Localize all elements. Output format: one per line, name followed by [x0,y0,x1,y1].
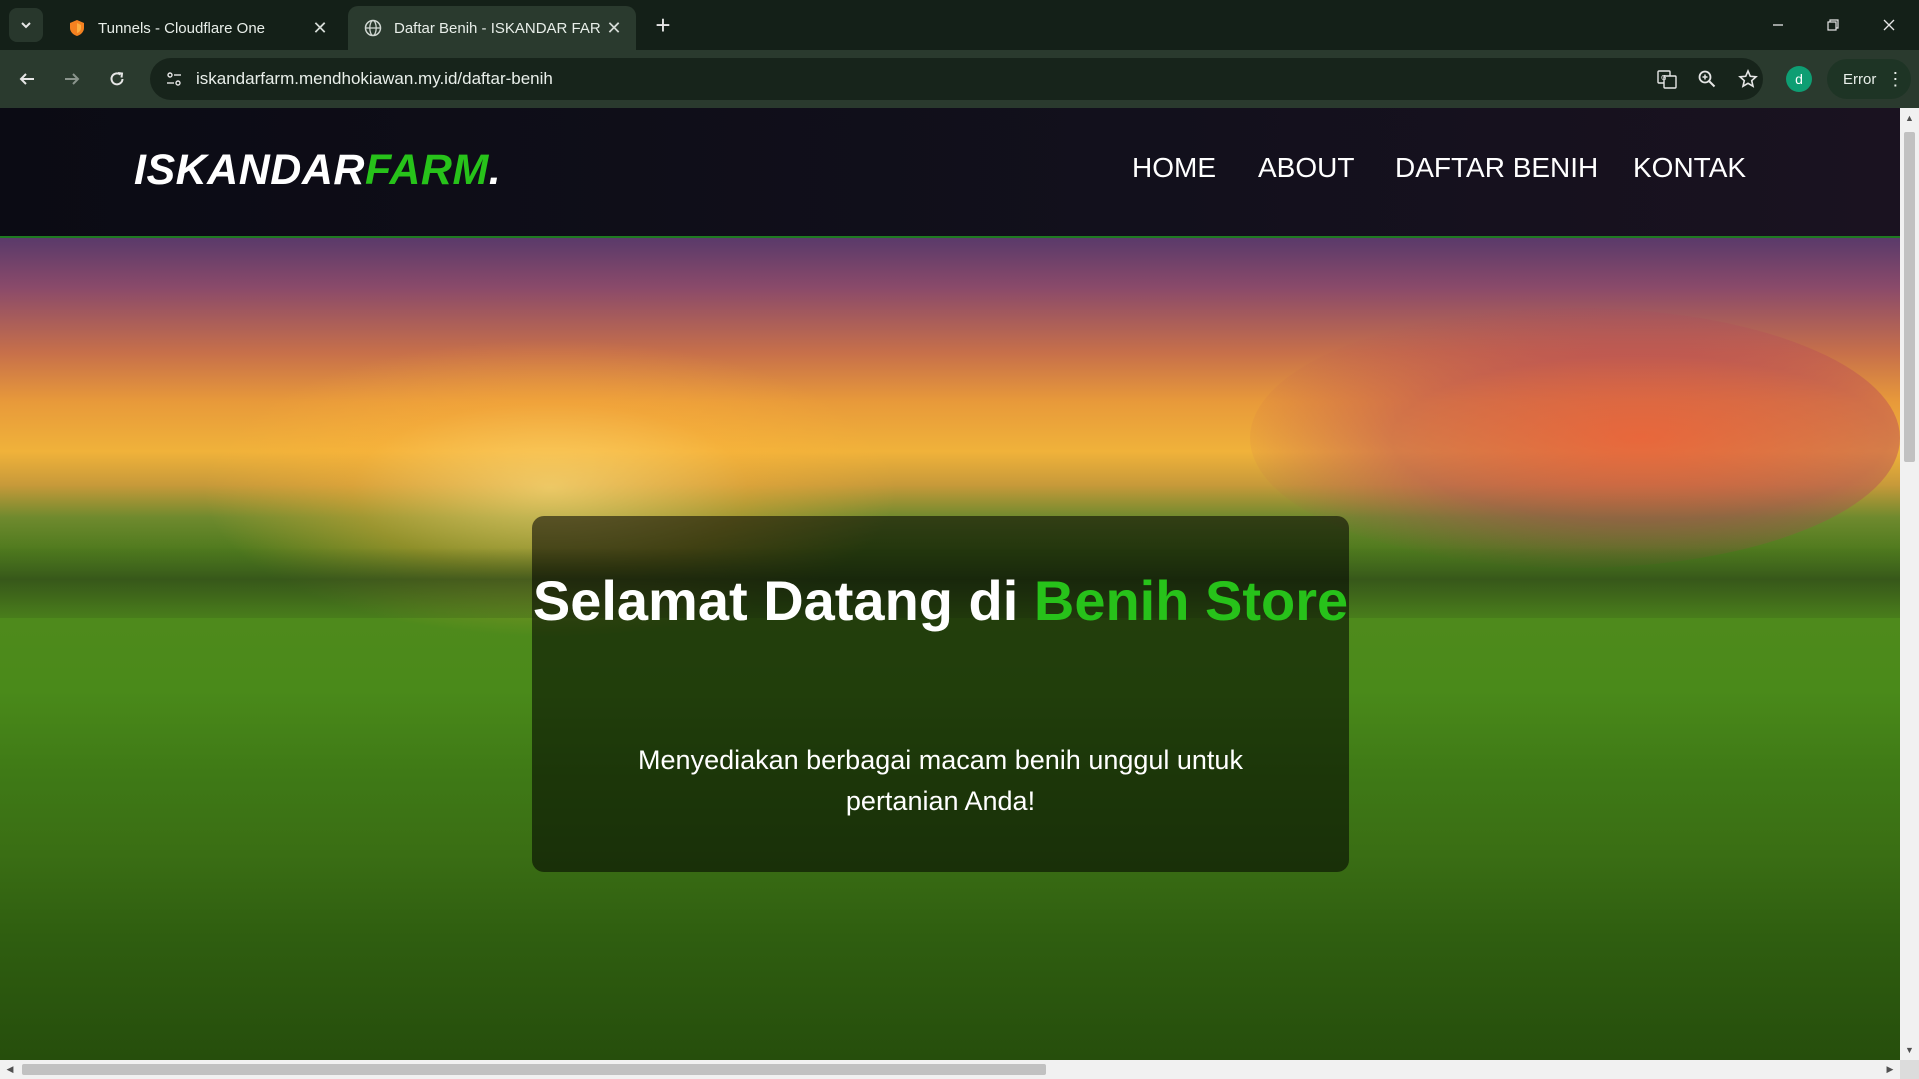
profile-avatar[interactable]: d [1786,66,1812,92]
forward-button[interactable] [53,60,91,98]
logo-text-iskandar: ISKANDAR [134,146,365,194]
bookmark-star-icon[interactable] [1734,65,1762,93]
close-tab-icon[interactable]: ✕ [600,14,628,42]
more-vertical-icon: ⋮ [1886,69,1905,89]
browser-toolbar: iskandarfarm.mendhokiawan.my.id/daftar-b… [0,50,1919,108]
scroll-down-arrow-icon[interactable]: ▼ [1904,1044,1915,1056]
scroll-left-arrow-icon[interactable]: ◀ [4,1064,16,1075]
browser-tab-bar: Tunnels - Cloudflare One ✕ Daftar Benih … [0,0,1919,50]
tab-daftar-benih[interactable]: Daftar Benih - ISKANDAR FARM ✕ [348,6,636,50]
reload-button[interactable] [98,60,136,98]
url-text[interactable]: iskandarfarm.mendhokiawan.my.id/daftar-b… [196,69,553,89]
nav-daftar-benih[interactable]: DAFTAR BENIH [1395,152,1598,184]
site-header: ISKANDARFARM. HOME ABOUT DAFTAR BENIH KO… [0,108,1900,238]
nav-about[interactable]: ABOUT [1258,152,1354,184]
scrollbar-corner [1900,1060,1919,1079]
nav-home[interactable]: HOME [1132,152,1216,184]
arrow-right-icon [65,73,80,85]
zoom-icon[interactable] [1693,65,1721,93]
cloudflare-shield-icon [70,20,84,36]
horizontal-scrollbar[interactable]: ◀ ▶ [0,1060,1900,1079]
logo-dot: . [488,146,502,194]
vertical-scroll-thumb[interactable] [1904,132,1915,462]
reload-icon [110,72,124,86]
svg-text:G: G [1661,74,1666,82]
horizontal-scroll-thumb[interactable] [22,1064,1046,1075]
error-menu-button[interactable]: Error ⋮ [1827,59,1911,99]
hero-title: Selamat Datang di Benih Store [532,560,1349,642]
logo-text-farm: FARM [364,146,489,194]
back-button[interactable] [8,60,46,98]
tab-title: Tunnels - Cloudflare One [98,19,266,37]
scroll-right-arrow-icon[interactable]: ▶ [1884,1064,1896,1075]
error-label: Error [1843,70,1877,88]
address-bar[interactable]: iskandarfarm.mendhokiawan.my.id/daftar-b… [150,58,1763,100]
minimize-icon[interactable] [1755,6,1801,44]
window-close-icon[interactable] [1866,6,1912,44]
tab-title: Daftar Benih - ISKANDAR FARM [394,19,600,37]
vertical-scrollbar[interactable]: ▲ ▼ [1900,108,1919,1060]
nav-kontak[interactable]: KONTAK [1633,152,1746,184]
scroll-up-arrow-icon[interactable]: ▲ [1904,112,1915,124]
close-tab-icon[interactable]: ✕ [306,14,334,42]
chevron-down-icon [21,22,31,29]
site-logo[interactable]: ISKANDARFARM. [134,146,501,195]
hero-welcome-card: Selamat Datang di Benih Store Menyediaka… [532,516,1349,872]
hero-section: Selamat Datang di Benih Store Menyediaka… [0,238,1900,1060]
tab-cloudflare[interactable]: Tunnels - Cloudflare One ✕ [52,6,342,50]
hero-title-white: Selamat Datang di [532,569,1034,632]
tab-search-dropdown-button[interactable] [9,8,43,42]
hero-title-green: Benih Store [1033,569,1349,632]
globe-icon [364,19,382,37]
new-tab-button[interactable]: + [648,10,678,40]
site-info-icon[interactable] [160,65,188,93]
hero-subtitle: Menyediakan berbagai macam benih unggul … [638,745,1243,816]
arrow-left-icon [19,73,34,85]
translate-icon[interactable]: G [1653,65,1681,93]
restore-icon[interactable] [1810,6,1856,44]
page-viewport: ISKANDARFARM. HOME ABOUT DAFTAR BENIH KO… [0,108,1900,1060]
